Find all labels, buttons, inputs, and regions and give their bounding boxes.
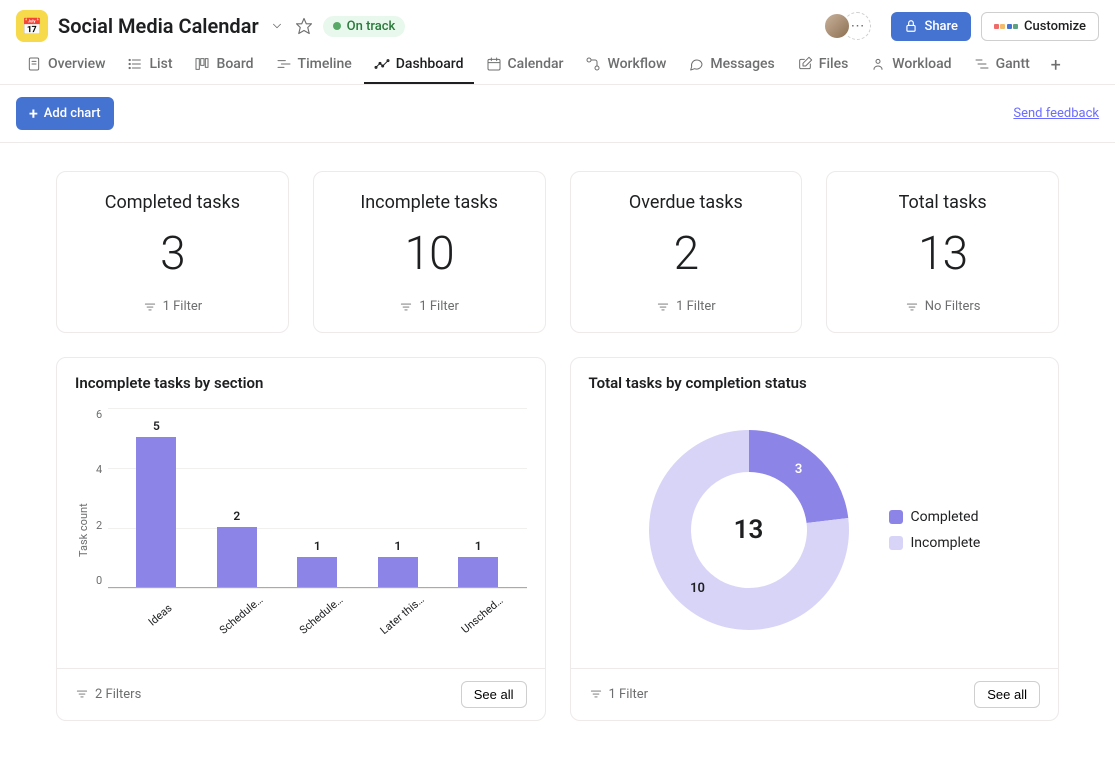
legend-item-completed[interactable]: Completed — [889, 509, 981, 525]
customize-label: Customize — [1024, 19, 1086, 34]
card-title: Completed tasks — [73, 192, 272, 213]
tab-dashboard[interactable]: Dashboard — [364, 46, 474, 84]
status-label: On track — [347, 19, 396, 34]
list-icon — [127, 56, 143, 72]
bar[interactable]: 2 — [210, 509, 264, 587]
bar-chart-filter[interactable]: 2 Filters — [75, 687, 141, 702]
card-filter[interactable]: 1 Filter — [656, 299, 716, 314]
workflow-icon — [585, 56, 601, 72]
bar-category-label: Ideas — [136, 592, 186, 637]
add-chart-button[interactable]: + Add chart — [16, 97, 114, 130]
gantt-icon — [974, 56, 990, 72]
tab-workflow[interactable]: Workflow — [575, 46, 676, 84]
card-value: 2 — [587, 227, 786, 281]
project-title[interactable]: Social Media Calendar — [58, 14, 259, 38]
card-title: Total tasks — [843, 192, 1042, 213]
card-value: 13 — [843, 227, 1042, 281]
bar-category-label: Schedule… — [216, 592, 266, 637]
project-icon: 📅 — [16, 10, 48, 42]
status-pill[interactable]: On track — [323, 16, 406, 37]
overview-icon — [26, 56, 42, 72]
donut-slice-label-incomplete: 10 — [690, 581, 705, 596]
summary-card[interactable]: Overdue tasks 2 1 Filter — [570, 171, 803, 333]
calendar-icon — [486, 56, 502, 72]
send-feedback-link[interactable]: Send feedback — [1013, 106, 1099, 121]
project-header: 📅 Social Media Calendar On track ⋯ Share… — [0, 0, 1115, 46]
timeline-icon — [276, 56, 292, 72]
bar[interactable]: 1 — [371, 539, 425, 587]
summary-card[interactable]: Total tasks 13 No Filters — [826, 171, 1059, 333]
card-filter[interactable]: 1 Filter — [399, 299, 459, 314]
customize-icon — [994, 24, 1005, 29]
tab-workload[interactable]: Workload — [860, 46, 961, 84]
share-button[interactable]: Share — [891, 12, 971, 41]
tab-overview[interactable]: Overview — [16, 46, 115, 84]
bar-category-label: Later this… — [377, 592, 427, 637]
bar[interactable]: 5 — [129, 419, 183, 587]
share-label: Share — [924, 19, 958, 34]
donut-chart-card: Total tasks by completion status 13 3 10… — [570, 357, 1060, 721]
tab-calendar[interactable]: Calendar — [476, 46, 574, 84]
summary-cards-row: Completed tasks31 FilterIncomplete tasks… — [56, 171, 1059, 333]
dashboard-content: Completed tasks31 FilterIncomplete tasks… — [0, 143, 1115, 761]
donut-chart: 13 3 10 — [639, 420, 859, 640]
legend-swatch-icon — [889, 536, 903, 550]
add-chart-label: Add chart — [44, 106, 101, 121]
card-value: 10 — [330, 227, 529, 281]
summary-card[interactable]: Incomplete tasks 10 1 Filter — [313, 171, 546, 333]
card-title: Overdue tasks — [587, 192, 786, 213]
bar-chart-card: Incomplete tasks by section Task count 6… — [56, 357, 546, 721]
status-dot-icon — [333, 22, 341, 30]
bar[interactable]: 1 — [451, 539, 505, 587]
bar-category-label: Schedule… — [297, 592, 347, 637]
card-value: 3 — [73, 227, 272, 281]
tab-files[interactable]: Files — [787, 46, 859, 84]
bar[interactable]: 1 — [290, 539, 344, 587]
donut-slice-label-completed: 3 — [795, 462, 802, 477]
tab-timeline[interactable]: Timeline — [266, 46, 362, 84]
bar-chart-yticks: 6420 — [92, 408, 108, 588]
plus-icon: + — [29, 104, 38, 123]
add-tab-button[interactable]: + — [1042, 51, 1070, 79]
bar-category-label: Unsched… — [458, 592, 508, 637]
member-avatars[interactable]: ⋯ — [823, 12, 871, 40]
dashboard-icon — [374, 56, 390, 72]
board-icon — [194, 56, 210, 72]
bar-chart-ylabel: Task count — [75, 400, 92, 660]
star-icon[interactable] — [295, 17, 313, 35]
donut-legend: Completed Incomplete — [889, 509, 981, 551]
legend-item-incomplete[interactable]: Incomplete — [889, 535, 981, 551]
card-title: Incomplete tasks — [330, 192, 529, 213]
files-icon — [797, 56, 813, 72]
dashboard-toolbar: + Add chart Send feedback — [0, 85, 1115, 143]
workload-icon — [870, 56, 886, 72]
chevron-down-icon[interactable] — [269, 18, 285, 34]
tabs-bar: OverviewListBoardTimelineDashboardCalend… — [0, 46, 1115, 85]
bar-chart-xlabels: IdeasSchedule…Schedule…Later this…Unsche… — [108, 596, 526, 623]
customize-button[interactable]: Customize — [981, 12, 1099, 41]
legend-swatch-icon — [889, 510, 903, 524]
tab-gantt[interactable]: Gantt — [964, 46, 1040, 84]
bar-chart-see-all-button[interactable]: See all — [461, 681, 527, 708]
card-filter[interactable]: 1 Filter — [143, 299, 203, 314]
donut-chart-filter[interactable]: 1 Filter — [589, 687, 649, 702]
summary-card[interactable]: Completed tasks 3 1 Filter — [56, 171, 289, 333]
donut-chart-see-all-button[interactable]: See all — [974, 681, 1040, 708]
bar-chart-bars: 52111 — [108, 408, 526, 588]
card-filter[interactable]: No Filters — [905, 299, 981, 314]
tab-board[interactable]: Board — [184, 46, 263, 84]
donut-chart-title: Total tasks by completion status — [571, 358, 1059, 400]
donut-center-value: 13 — [639, 420, 859, 640]
tab-messages[interactable]: Messages — [678, 46, 784, 84]
bar-chart-title: Incomplete tasks by section — [57, 358, 545, 400]
messages-icon — [688, 56, 704, 72]
tab-list[interactable]: List — [117, 46, 182, 84]
customize-icon-2 — [1007, 24, 1018, 29]
